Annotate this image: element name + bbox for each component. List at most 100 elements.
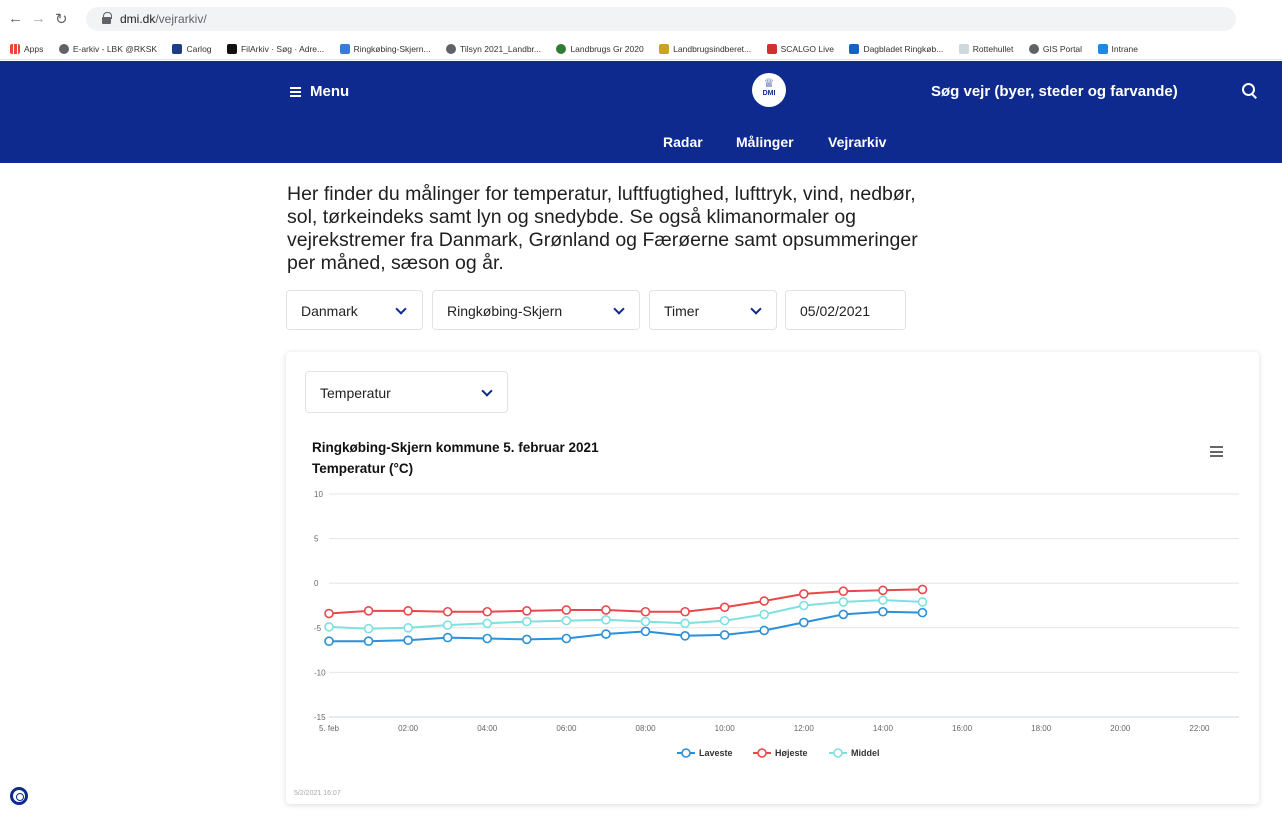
resolution-value: Timer (664, 303, 700, 319)
bookmark-item[interactable]: Dagbladet Ringkøb... (849, 38, 943, 59)
data-point (601, 605, 611, 615)
bookmark-item[interactable]: Landbrugs Gr 2020 (556, 38, 644, 59)
data-point (522, 616, 532, 627)
bookmark-item[interactable]: E-arkiv - LBK @RKSK (58, 38, 157, 59)
y-tick-label: 10 (314, 490, 323, 499)
data-point (640, 616, 651, 627)
municipality-select[interactable]: Ringkøbing-Skjern (432, 290, 640, 330)
municipality-icon (339, 44, 350, 54)
data-point (442, 606, 453, 617)
data-point (522, 634, 532, 645)
intro-text: Her finder du målinger for temperatur, l… (287, 183, 918, 274)
data-point (482, 618, 493, 629)
logo-text: DMI (762, 90, 776, 97)
map-globe-icon (556, 44, 567, 54)
bookmark-item[interactable]: Ringkøbing-Skjern... (339, 38, 431, 59)
legend-marker (757, 748, 767, 758)
series-line (328, 588, 923, 615)
intranet-icon (1097, 44, 1108, 54)
y-tick-label: -5 (314, 624, 322, 633)
y-tick-label: 5 (314, 535, 319, 544)
data-point (403, 622, 413, 633)
x-tick-label: 08:00 (636, 724, 657, 733)
data-point (442, 632, 453, 643)
data-point (324, 608, 334, 619)
crown-icon: ♕ (763, 76, 775, 90)
data-point (917, 607, 928, 618)
reload-icon[interactable]: ↻ (55, 10, 68, 28)
data-point (838, 597, 849, 607)
x-tick-label: 10:00 (715, 724, 736, 733)
forward-arrow-icon[interactable]: → (31, 10, 46, 27)
legend-label[interactable]: Middel (851, 748, 880, 758)
date-input[interactable]: 05/02/2021 (785, 290, 906, 330)
x-tick-label: 04:00 (477, 724, 498, 733)
newspaper-icon (849, 44, 860, 54)
resolution-select[interactable]: Timer (649, 290, 777, 330)
chart-card: Temperatur Ringkøbing-Skjern kommune 5. … (286, 352, 1259, 804)
country-select[interactable]: Danmark (286, 290, 423, 330)
chart-timestamp: 5/2/2021 16:07 (294, 790, 341, 797)
date-value: 05/02/2021 (800, 303, 871, 319)
bookmark-item[interactable]: Rottehullet (958, 38, 1013, 59)
y-tick-label: -15 (314, 713, 326, 722)
data-point (759, 609, 770, 620)
bookmark-item[interactable]: FilArkiv · Søg · Adre... (226, 38, 324, 59)
x-tick-label: 02:00 (398, 724, 419, 733)
nav-vejrarkiv[interactable]: Vejrarkiv (828, 134, 886, 150)
bookmark-item[interactable]: Apps (10, 38, 43, 59)
data-point (601, 614, 611, 625)
data-point (680, 618, 690, 629)
accessibility-icon[interactable] (10, 787, 28, 805)
data-point (719, 602, 730, 613)
search-input[interactable]: Søg vejr (byer, steder og farvande) (931, 83, 1178, 100)
municipality-value: Ringkøbing-Skjern (447, 303, 563, 319)
x-tick-label: 14:00 (873, 724, 894, 733)
nav-malinger[interactable]: Målinger (736, 134, 794, 150)
data-point (838, 609, 849, 620)
filarkiv-icon (226, 44, 237, 54)
data-point (601, 629, 611, 639)
x-tick-label: 12:00 (794, 724, 815, 733)
legend-marker (681, 748, 691, 758)
data-point (719, 630, 730, 640)
legend-label[interactable]: Laveste (699, 748, 733, 758)
data-point (561, 633, 572, 644)
bookmark-item[interactable]: GIS Portal (1028, 38, 1082, 59)
menu-button[interactable]: Menu (290, 83, 349, 100)
lock-icon (102, 12, 112, 24)
x-tick-label: 06:00 (556, 724, 577, 733)
x-tick-label: 16:00 (952, 724, 973, 733)
bookmark-item[interactable]: Landbrugsindberet... (659, 38, 751, 59)
x-tick-label: 22:00 (1189, 724, 1210, 733)
chevron-down-icon (750, 303, 762, 315)
nav-radar[interactable]: Radar (663, 134, 703, 150)
series-line (328, 599, 923, 630)
data-point (759, 596, 770, 606)
x-tick-label: 20:00 (1110, 724, 1131, 733)
bookmark-item[interactable]: Intrane (1097, 38, 1138, 59)
chevron-down-icon (613, 303, 625, 315)
data-point (680, 631, 690, 641)
data-point (522, 606, 532, 616)
data-point (878, 606, 888, 617)
data-point (363, 623, 374, 634)
bookmark-item[interactable]: Carlog (172, 38, 212, 59)
data-point (482, 606, 493, 617)
search-icon[interactable] (1242, 83, 1256, 97)
x-tick-label: 18:00 (1031, 724, 1052, 733)
dmi-logo[interactable]: ♕ DMI (752, 73, 786, 107)
legend-marker (833, 748, 843, 758)
data-point (798, 617, 809, 628)
bookmarks-bar: Apps E-arkiv - LBK @RKSK Carlog FilArkiv… (0, 38, 1282, 60)
bookmark-item[interactable]: Tilsyn 2021_Landbr... (446, 38, 541, 59)
address-bar[interactable]: dmi.dk/vejrarkiv/ (86, 7, 1236, 31)
legend-label[interactable]: Højeste (775, 748, 808, 758)
bookmark-item[interactable]: SCALGO Live (766, 38, 834, 59)
y-tick-label: -10 (314, 668, 326, 677)
data-point (798, 589, 809, 599)
back-arrow-icon[interactable]: ← (8, 10, 23, 27)
data-point (324, 636, 334, 646)
data-point (917, 584, 928, 595)
globe-icon (58, 44, 69, 54)
